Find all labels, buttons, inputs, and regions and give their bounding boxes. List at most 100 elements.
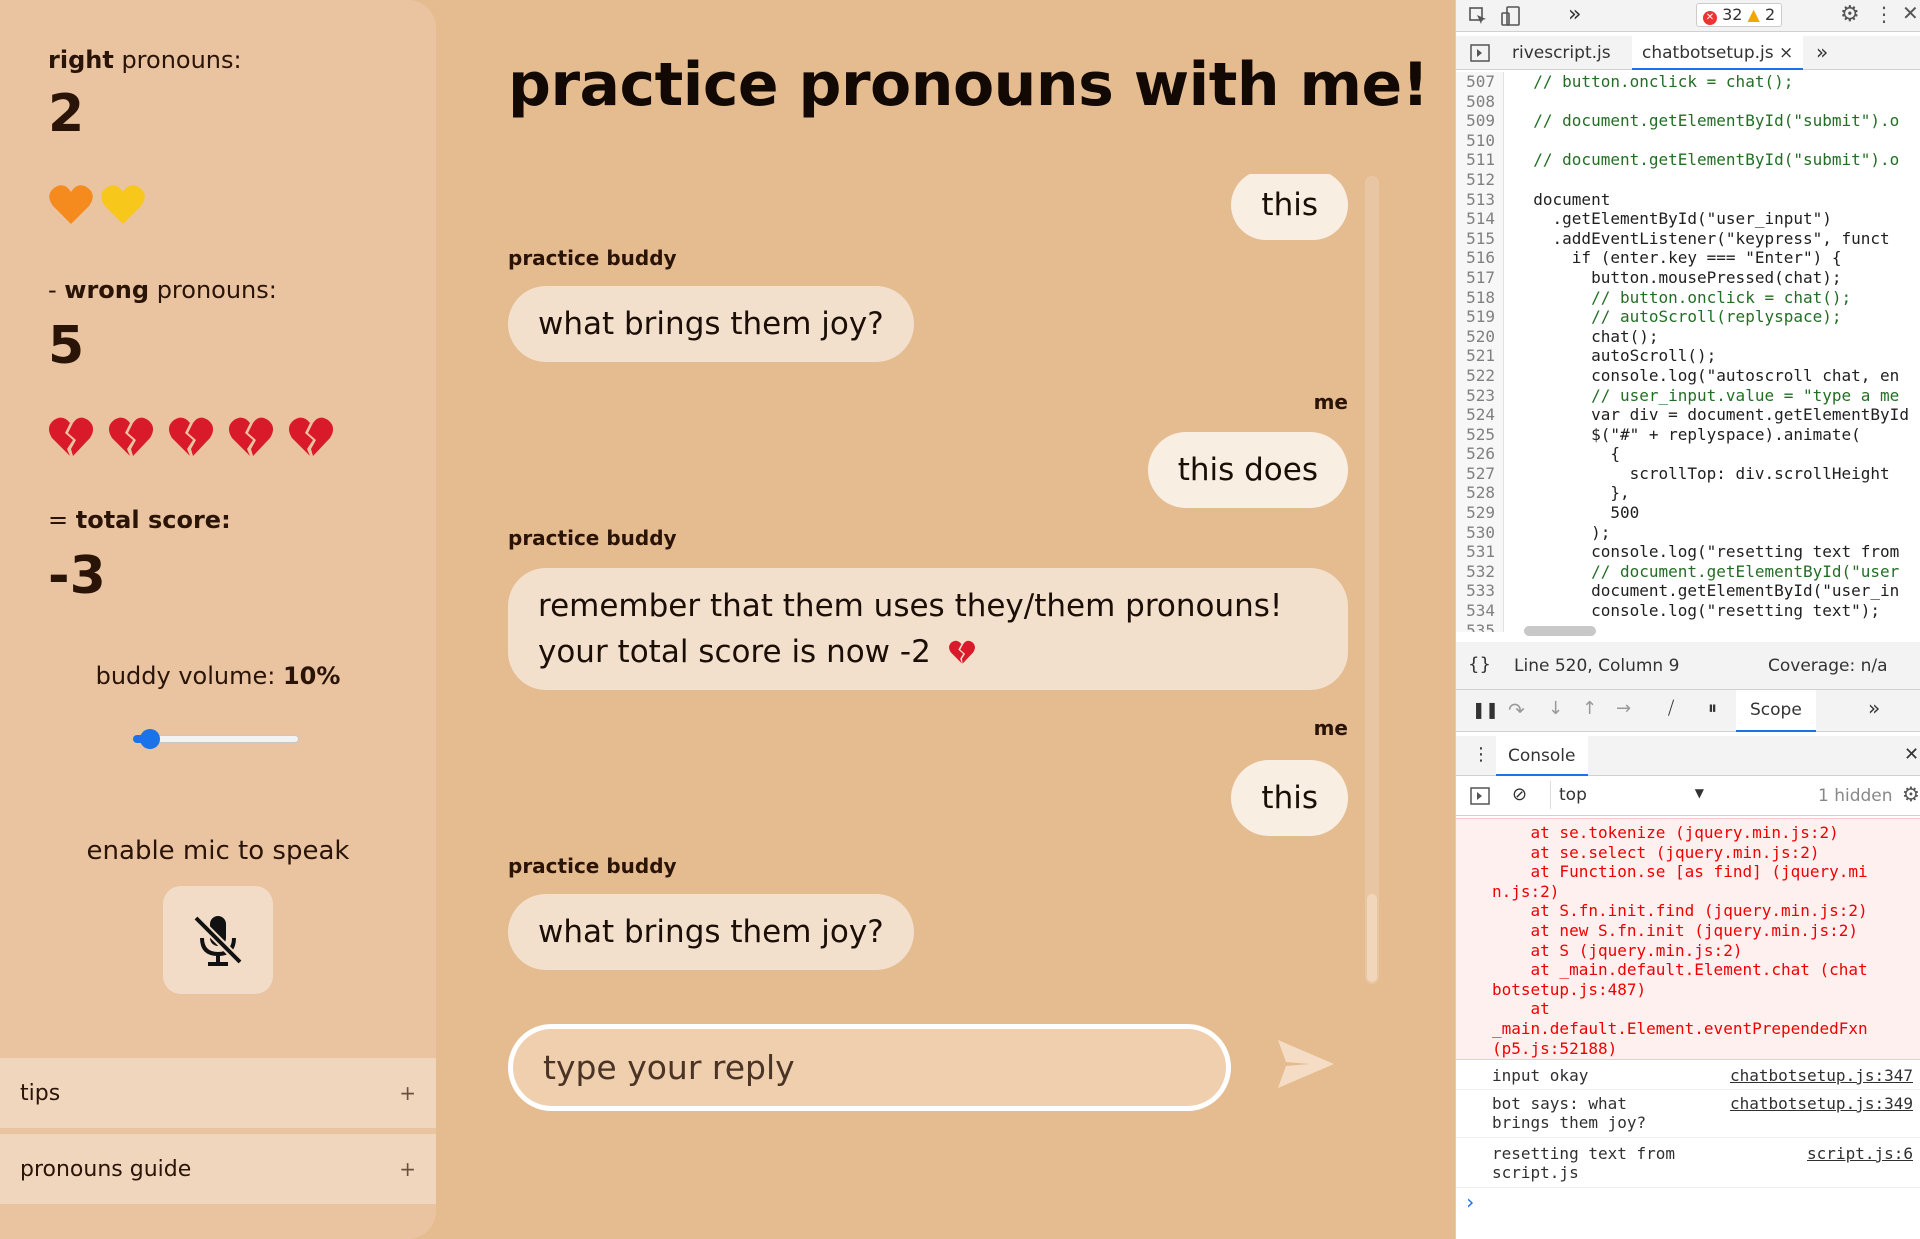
more-debug-panes-icon[interactable]: » xyxy=(1868,696,1880,720)
close-devtools-icon[interactable]: ✕ xyxy=(1902,1,1919,25)
code-line: 531 console.log("resetting text from xyxy=(1456,542,1920,562)
pause-icon[interactable]: ❚❚ xyxy=(1472,700,1499,719)
chat-scrollbar[interactable] xyxy=(1365,176,1379,984)
warning-icon: ▲ xyxy=(1747,5,1760,24)
chat-log[interactable]: this practice buddy what brings them joy… xyxy=(508,174,1348,984)
send-icon[interactable] xyxy=(1276,1038,1336,1090)
chat-app: right pronouns: 2 - wrong pronouns: 5 = … xyxy=(0,0,1455,1239)
expand-plus-icon: + xyxy=(399,1157,416,1181)
user-message: this xyxy=(1231,174,1348,240)
code-line: 532 // document.getElementById("user xyxy=(1456,561,1920,582)
sender-label: practice buddy xyxy=(508,526,677,550)
step-out-icon[interactable]: ↑ xyxy=(1582,698,1597,719)
user-message: this does xyxy=(1147,432,1348,508)
console-log-row: bot says: what brings them joy? chatbotse… xyxy=(1456,1090,1920,1138)
close-tab-icon[interactable]: × xyxy=(1779,43,1793,63)
code-line: 520 chat(); xyxy=(1456,326,1920,347)
console-toolbar: ⊘ top ▼ 1 hidden ⚙ xyxy=(1456,776,1920,816)
mic-label: enable mic to speak xyxy=(86,836,350,866)
code-line: 508 xyxy=(1456,91,1920,112)
code-line: 530 ); xyxy=(1456,522,1920,543)
mic-toggle-button[interactable] xyxy=(163,886,273,994)
stack-trace-line: at new S.fn.init (jquery.min.js:2) xyxy=(1492,920,1859,940)
dropdown-arrow-icon: ▼ xyxy=(1694,786,1704,800)
drawer-tabs: ⋮ Console ✕ xyxy=(1456,736,1920,776)
message-line: your total score is now -2 xyxy=(538,629,977,675)
code-line: 525 $("#" + replyspace).animate( xyxy=(1456,424,1920,445)
clear-console-icon[interactable]: ⊘ xyxy=(1512,784,1527,805)
slider-thumb[interactable] xyxy=(139,729,160,749)
close-drawer-icon[interactable]: ✕ xyxy=(1904,744,1919,765)
code-line: 517 button.mousePressed(chat); xyxy=(1456,267,1920,288)
code-line: 527 scrollTop: div.scrollHeight xyxy=(1456,463,1920,484)
more-tabs-icon[interactable]: » xyxy=(1816,40,1828,64)
code-line: 528 }, xyxy=(1456,483,1920,504)
pause-on-exceptions-icon[interactable]: ⏸ xyxy=(1708,698,1717,719)
right-pronouns-label: right pronouns: xyxy=(48,46,242,74)
code-line: 507 // button.onclick = chat(); xyxy=(1456,72,1920,92)
stack-trace-line: at se.tokenize (jquery.min.js:2) xyxy=(1492,823,1839,842)
code-line: 509 // document.getElementById("submit")… xyxy=(1456,111,1920,131)
code-editor[interactable]: 507 // button.onclick = chat(); 508 509 //… xyxy=(1456,72,1920,632)
stack-trace-line: at xyxy=(1492,999,1550,1019)
error-count-badge[interactable]: ✕ 32 ▲ 2 xyxy=(1696,3,1783,27)
tab-scope[interactable]: Scope xyxy=(1736,690,1816,732)
stack-trace-line: _main.default.Element.eventPrependedFxn xyxy=(1492,1018,1868,1038)
right-count: 2 xyxy=(48,84,85,144)
log-source-link[interactable]: chatbotsetup.js:347 xyxy=(1730,1066,1913,1085)
stack-trace-line: n.js:2) xyxy=(1492,881,1560,901)
console-output[interactable]: at se.tokenize (jquery.min.js:2) at se.s… xyxy=(1456,818,1920,1239)
device-toggle-icon[interactable] xyxy=(1500,5,1522,27)
pretty-print-icon[interactable]: {} xyxy=(1468,654,1491,675)
code-line: 534 console.log("resetting text"); xyxy=(1456,601,1920,621)
code-line: 526 { xyxy=(1456,444,1920,464)
code-hscrollbar[interactable] xyxy=(1524,626,1596,636)
inspect-icon[interactable] xyxy=(1468,6,1488,26)
code-line: 516 if (enter.key === "Enter") { xyxy=(1456,248,1920,268)
error-icon: ✕ xyxy=(1703,11,1717,25)
console-prompt[interactable]: › xyxy=(1464,1190,1476,1214)
total-score-label: = total score: xyxy=(48,506,231,534)
console-settings-icon[interactable]: ⚙ xyxy=(1902,782,1920,806)
console-sidebar-icon[interactable] xyxy=(1470,787,1490,805)
reply-input[interactable]: type your reply xyxy=(508,1024,1231,1111)
log-source-link[interactable]: chatbotsetup.js:349 xyxy=(1730,1094,1913,1113)
pronouns-guide-accordion[interactable]: pronouns guide + xyxy=(0,1134,436,1204)
scrollbar-thumb[interactable] xyxy=(1367,894,1377,982)
wrong-pronouns-label: - wrong pronouns: xyxy=(48,276,277,304)
code-line: 524 var div = document.getElementById xyxy=(1456,405,1920,425)
page-title: practice pronouns with me! xyxy=(508,50,1429,120)
settings-gear-icon[interactable]: ⚙ xyxy=(1840,2,1860,27)
code-line: 519 // autoScroll(replyspace); xyxy=(1456,307,1920,327)
kebab-menu-icon[interactable]: ⋮ xyxy=(1874,2,1894,26)
more-panels-icon[interactable]: » xyxy=(1568,2,1581,27)
right-hearts-row xyxy=(48,182,146,228)
stack-trace-line: at S.fn.init.find (jquery.min.js:2) xyxy=(1492,901,1868,921)
broken-heart-icon xyxy=(168,417,214,456)
code-line: 522 console.log("autoscroll chat, en xyxy=(1456,365,1920,386)
drawer-menu-icon[interactable]: ⋮ xyxy=(1472,744,1490,765)
code-line: 523 // user_input.value = "type a me xyxy=(1456,385,1920,406)
stack-trace-line: at Function.se [as find] (jquery.mi xyxy=(1492,862,1868,882)
tab-console[interactable]: Console xyxy=(1496,736,1588,776)
devtools-panel: » ✕ 32 ▲ 2 ⚙ ⋮ ✕ rivescript.js chatbotse… xyxy=(1455,0,1920,1239)
toggle-navigator-icon[interactable] xyxy=(1470,44,1490,62)
hidden-count: 1 hidden xyxy=(1818,786,1893,806)
volume-slider[interactable] xyxy=(133,726,299,750)
sources-tabs: rivescript.js chatbotsetup.js × » xyxy=(1456,36,1920,70)
context-select[interactable]: top ▼ xyxy=(1550,781,1710,809)
log-source-link[interactable]: script.js:6 xyxy=(1807,1144,1913,1163)
step-over-icon[interactable]: ↷ xyxy=(1508,698,1525,722)
tips-accordion[interactable]: tips + xyxy=(0,1058,436,1128)
tab-chatbotsetup[interactable]: chatbotsetup.js × xyxy=(1632,36,1804,70)
code-line: 514 .getElementById("user_input") xyxy=(1456,209,1920,229)
code-line: 513 document xyxy=(1456,189,1920,210)
tab-rivescript[interactable]: rivescript.js xyxy=(1512,43,1611,63)
step-icon[interactable]: → xyxy=(1616,698,1631,719)
stack-trace-line: at _main.default.Element.chat (chat xyxy=(1492,960,1868,980)
broken-heart-icon xyxy=(288,417,334,456)
user-message: this xyxy=(1231,760,1348,836)
code-line: 511 // document.getElementById("submit")… xyxy=(1456,150,1920,170)
step-into-icon[interactable]: ↓ xyxy=(1548,698,1563,719)
deactivate-breakpoints-icon[interactable]: ⧸ xyxy=(1668,698,1674,719)
